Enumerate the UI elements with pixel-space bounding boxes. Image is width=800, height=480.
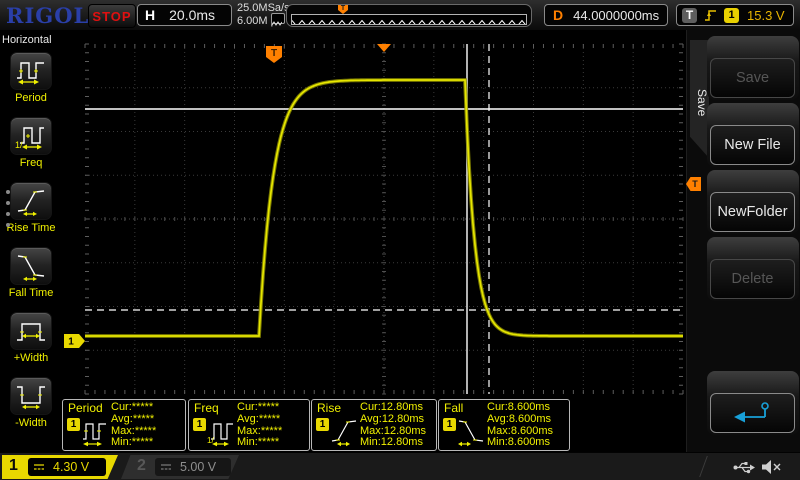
source-badge: 1: [193, 418, 206, 431]
period-icon: [81, 415, 109, 447]
freq-icon: 1/: [10, 117, 52, 155]
delay-value: 44.0000000ms: [573, 8, 659, 23]
channel-1-scale-box: 4.30 V: [28, 458, 106, 476]
source-badge: 1: [67, 418, 80, 431]
waveform-display: T1: [62, 30, 686, 402]
menu-item-period[interactable]: Period: [0, 52, 62, 104]
channel-number: 1: [9, 457, 18, 475]
freq-icon: 1/: [207, 415, 235, 447]
top-status-bar: RIGOL STOP H 20.0ms 25.0MSa/s 6.00M pts …: [0, 0, 800, 31]
menu-label: -Width: [0, 417, 62, 429]
measurement-values: Cur:12.80ms Avg:12.80ms Max:12.80ms Min:…: [360, 402, 426, 449]
menu-label: Fall Time: [0, 287, 62, 299]
measurement-values: Cur:***** Avg:***** Max:***** Min:*****: [237, 402, 282, 449]
rise-icon: [330, 415, 358, 447]
measurement-panel-rise[interactable]: Rise 1 Cur:12.80ms Avg:12.80ms Max:12.80…: [311, 399, 437, 451]
source-badge: 1: [316, 418, 329, 431]
delay-label: D: [553, 7, 563, 23]
svg-text:1/: 1/: [15, 140, 23, 150]
new-folder-button[interactable]: NewFolder: [710, 192, 795, 232]
overview-trigger-marker[interactable]: T: [338, 5, 348, 14]
measurement-name: Fall: [444, 401, 463, 415]
fall-icon: [457, 415, 485, 447]
divider: [699, 456, 716, 477]
measurement-name: Rise: [317, 401, 341, 415]
channel-2-indicator[interactable]: 2 5.00 V: [121, 455, 239, 479]
oscilloscope-screen: RIGOL STOP H 20.0ms 25.0MSa/s 6.00M pts …: [0, 0, 800, 480]
measurement-name: Freq: [194, 401, 219, 415]
center-position-marker: [377, 44, 391, 52]
rise-time-icon: [10, 182, 52, 220]
trigger-delay-box[interactable]: D 44.0000000ms: [544, 4, 668, 26]
menu-item-neg-width[interactable]: -Width: [0, 377, 62, 429]
rigol-logo: RIGOL: [6, 3, 89, 28]
trigger-level-value: 15.3 V: [747, 8, 785, 23]
channel-1-scale: 4.30 V: [53, 460, 89, 474]
return-arrow-icon: [732, 401, 774, 425]
back-button[interactable]: [710, 393, 795, 433]
delete-button[interactable]: Delete: [710, 259, 795, 299]
measurement-panel-fall[interactable]: Fall 1 Cur:8.600ms Avg:8.600ms Max:8.600…: [438, 399, 570, 451]
menu-slot: [707, 371, 799, 435]
measurement-name: Period: [68, 401, 103, 415]
trigger-info-box[interactable]: T 1 15.3 V: [676, 4, 794, 26]
dc-coupling-icon: [160, 462, 172, 472]
plus-width-icon: [10, 312, 52, 350]
channel-1-indicator[interactable]: 1 4.30 V: [2, 455, 118, 479]
save-button[interactable]: Save: [710, 58, 795, 98]
run-state-badge[interactable]: STOP: [88, 4, 136, 28]
menu-item-fall-time[interactable]: Fall Time: [0, 247, 62, 299]
measurement-values: Cur:8.600ms Avg:8.600ms Max:8.600ms Min:…: [487, 402, 553, 449]
measurement-panel-period[interactable]: Period 1 Cur:***** Avg:***** Max:***** M…: [62, 399, 186, 451]
left-function-menu: Horizontal Period 1/: [0, 30, 62, 452]
menu-label: +Width: [0, 352, 62, 364]
source-badge: 1: [443, 418, 456, 431]
new-file-button[interactable]: New File: [710, 125, 795, 165]
menu-slot: NewFolder: [707, 170, 799, 234]
wave-icon: [271, 13, 285, 24]
trigger-label: T: [682, 8, 697, 23]
menu-slot: Delete: [707, 237, 799, 301]
channel-2-scale-box: 5.00 V: [155, 458, 231, 476]
menu-title: Horizontal: [0, 30, 62, 46]
save-menu-panel: Save Save New File NewFolder Delete: [686, 30, 800, 452]
measurement-values: Cur:***** Avg:***** Max:***** Min:*****: [111, 402, 156, 449]
menu-slot: Save: [707, 36, 799, 100]
measurement-panel-freq[interactable]: Freq 1 1/ Cur:***** Avg:***** Max:***** …: [188, 399, 310, 451]
channel-1-marker: [64, 334, 85, 348]
menu-page-dot: [6, 223, 10, 227]
menu-page-dot: [6, 201, 10, 205]
svg-text:1: 1: [68, 337, 74, 348]
timebase-value: 20.0ms: [169, 7, 215, 23]
menu-label: Period: [0, 92, 62, 104]
overview-waveform-strip: [291, 14, 527, 25]
dc-coupling-icon: [33, 462, 45, 472]
speaker-muted-icon: [761, 459, 781, 475]
fall-time-icon: [10, 247, 52, 285]
svg-text:T: T: [271, 48, 277, 59]
menu-slot: New File: [707, 103, 799, 167]
horizontal-position-overview[interactable]: T: [286, 4, 532, 27]
menu-page-dot: [6, 212, 10, 216]
menu-item-freq[interactable]: 1/ Freq: [0, 117, 62, 169]
trigger-source-badge: 1: [724, 8, 739, 23]
horizontal-timebase-box[interactable]: H 20.0ms: [137, 4, 232, 26]
menu-label: Freq: [0, 157, 62, 169]
period-icon: [10, 52, 52, 90]
rising-edge-icon: [703, 8, 718, 23]
minus-width-icon: [10, 377, 52, 415]
channel-number: 2: [137, 457, 146, 475]
menu-page-dot: [6, 190, 10, 194]
channel-status-bar: 1 4.30 V 2 5.00 V: [0, 452, 800, 480]
channel-2-scale: 5.00 V: [180, 460, 216, 474]
menu-item-pos-width[interactable]: +Width: [0, 312, 62, 364]
horizontal-label: H: [145, 7, 155, 23]
usb-icon: [733, 461, 755, 474]
